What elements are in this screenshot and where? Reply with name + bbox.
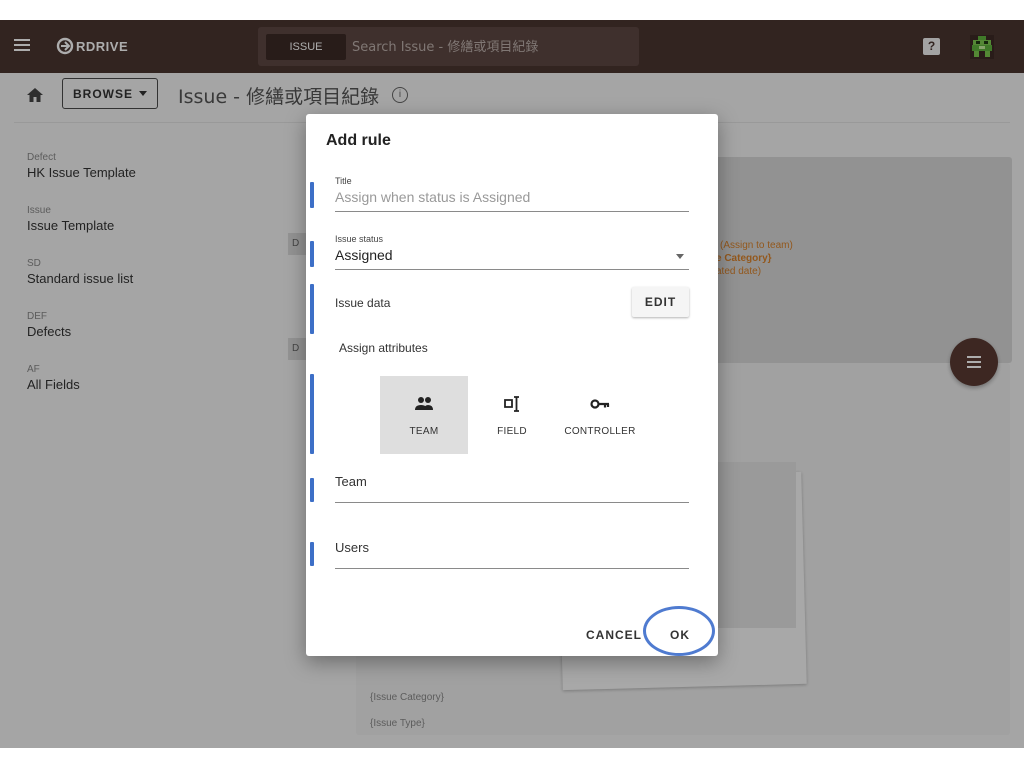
- users-field-underline: [335, 568, 689, 569]
- title-input-underline: [335, 211, 689, 212]
- field-marker: [310, 241, 314, 267]
- field-marker: [310, 182, 314, 208]
- title-input[interactable]: Assign when status is Assigned: [335, 189, 530, 205]
- users-field[interactable]: Users: [335, 540, 369, 555]
- dialog-title: Add rule: [326, 132, 391, 149]
- attribute-tab-label: FIELD: [497, 426, 527, 437]
- attribute-tab-field[interactable]: FIELD: [468, 376, 556, 454]
- team-icon: [415, 397, 433, 410]
- attribute-tab-controller[interactable]: CONTROLLER: [556, 376, 644, 454]
- field-marker: [310, 542, 314, 566]
- status-select[interactable]: Assigned: [335, 247, 393, 263]
- status-field-label: Issue status: [335, 234, 384, 244]
- attribute-tab-team[interactable]: TEAM: [380, 376, 468, 454]
- attribute-tab-label: CONTROLLER: [564, 426, 636, 437]
- field-marker: [310, 478, 314, 502]
- status-select-underline: [335, 269, 689, 270]
- cancel-button[interactable]: CANCEL: [586, 628, 642, 642]
- attribute-tab-label: TEAM: [409, 426, 439, 437]
- team-field[interactable]: Team: [335, 474, 367, 489]
- chevron-down-icon[interactable]: [676, 254, 684, 259]
- add-rule-dialog: Add rule Title Assign when status is Ass…: [306, 114, 718, 656]
- team-field-underline: [335, 502, 689, 503]
- title-field-label: Title: [335, 176, 352, 186]
- field-marker: [310, 284, 314, 334]
- field-marker: [310, 374, 314, 454]
- assign-attributes-label: Assign attributes: [339, 341, 428, 355]
- key-icon: [590, 399, 610, 409]
- issue-data-label: Issue data: [335, 296, 391, 310]
- edit-issue-data-button[interactable]: EDIT: [632, 287, 689, 317]
- ok-highlight-ring: [643, 606, 715, 656]
- field-icon: [504, 396, 519, 412]
